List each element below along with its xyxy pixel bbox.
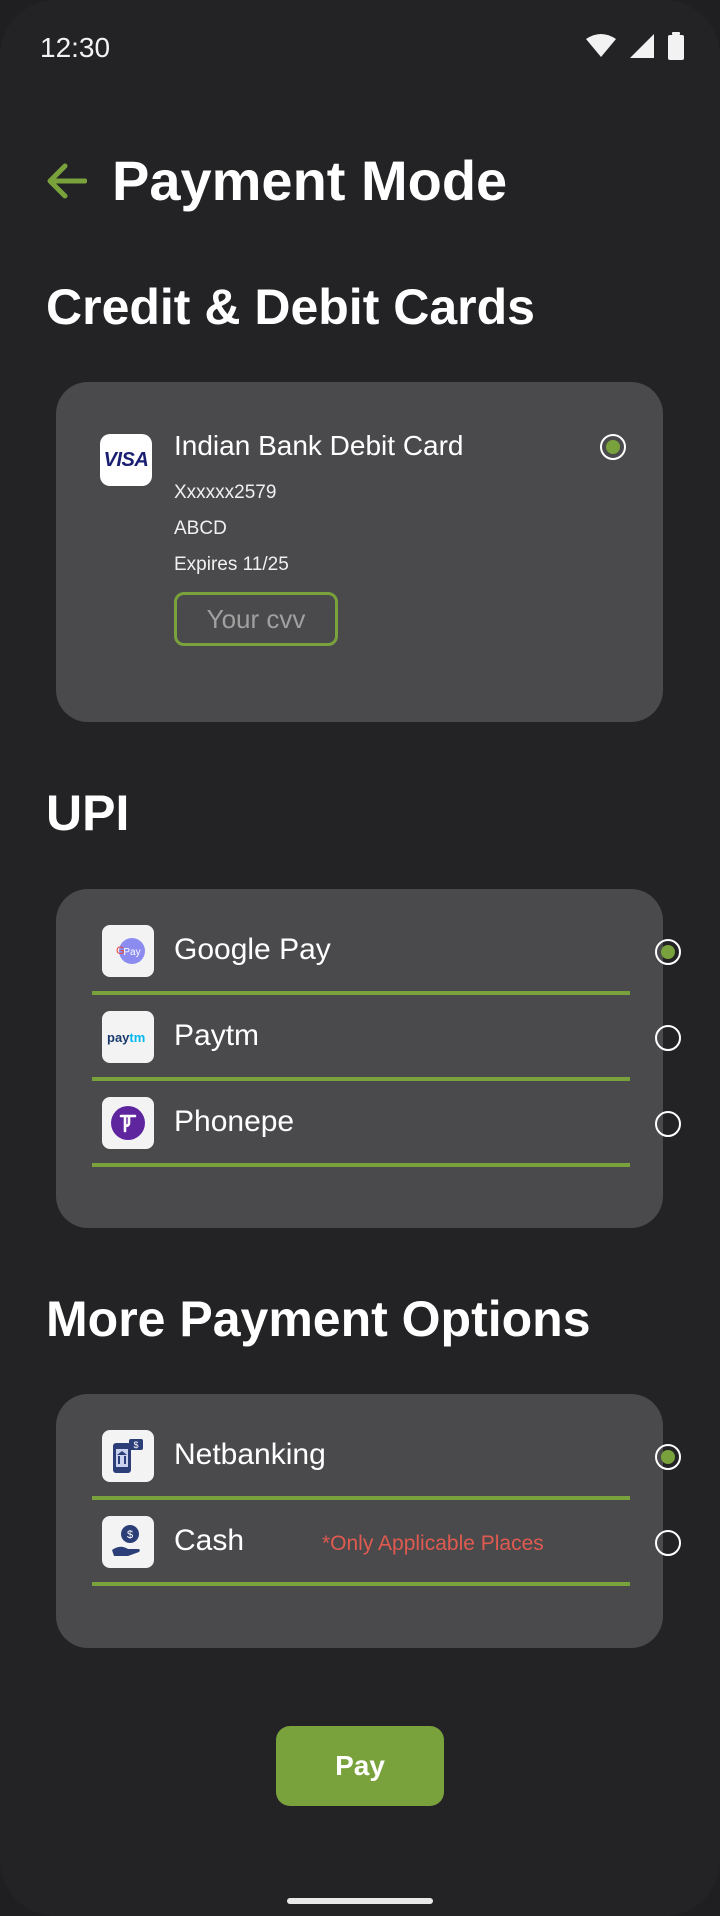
back-button[interactable] — [44, 159, 88, 203]
screen: 12:30 Payment Mode Credit & Debit Cards … — [0, 0, 720, 1916]
status-icons — [586, 32, 684, 60]
option-label: Netbanking — [174, 1438, 326, 1471]
svg-text:paytm: paytm — [107, 1030, 145, 1045]
upi-option-phonepe[interactable]: Phonepe — [92, 1081, 681, 1167]
section-title-more-options: More Payment Options — [46, 1291, 591, 1347]
radio-cash[interactable] — [655, 1530, 681, 1556]
option-label: Cash — [174, 1524, 245, 1557]
option-label: Google Pay — [174, 933, 331, 966]
divider — [92, 1163, 630, 1167]
upi-option-google-pay[interactable]: Pay G Google Pay — [92, 909, 681, 995]
option-cash[interactable]: $ Cash *Only Applicable Places — [92, 1500, 681, 1586]
app-header: Payment Mode — [44, 148, 507, 213]
section-title-cards: Credit & Debit Cards — [46, 279, 535, 335]
upi-panel: Pay G Google Pay paytm Paytm Phonepe — [56, 889, 681, 1228]
cash-icon: $ — [102, 1516, 154, 1568]
section-title-upi: UPI — [46, 785, 130, 841]
battery-icon — [668, 32, 684, 60]
page-title: Payment Mode — [112, 149, 508, 212]
visa-logo-icon: VISA — [100, 434, 152, 486]
option-label: Paytm — [174, 1019, 260, 1052]
netbanking-icon: $ — [102, 1430, 154, 1482]
saved-card-panel[interactable]: VISA Indian Bank Debit Card Xxxxxx2579 A… — [56, 382, 663, 722]
svg-text:$: $ — [127, 1529, 133, 1541]
svg-text:$: $ — [133, 1440, 138, 1450]
option-label: Phonepe — [174, 1105, 295, 1138]
radio-google-pay[interactable] — [655, 939, 681, 965]
upi-option-paytm[interactable]: paytm Paytm — [92, 995, 681, 1081]
card-name: Indian Bank Debit Card — [174, 430, 464, 461]
radio-paytm[interactable] — [655, 1025, 681, 1051]
option-netbanking[interactable]: $ Netbanking — [92, 1414, 681, 1500]
visa-brand-text: VISA — [103, 448, 149, 471]
pay-button[interactable]: Pay — [276, 1726, 444, 1806]
radio-phonepe[interactable] — [655, 1111, 681, 1137]
card-expiry: Expires 11/25 — [174, 554, 289, 575]
status-bar: 12:30 — [0, 0, 720, 96]
paytm-icon: paytm — [102, 1011, 154, 1063]
divider — [92, 1582, 630, 1586]
more-options-panel: $ Netbanking $ Cash *Only Applicable Pla… — [56, 1394, 681, 1648]
card-number: Xxxxxx2579 — [174, 482, 277, 503]
cellular-signal-icon — [630, 34, 654, 58]
card-holder: ABCD — [174, 518, 227, 539]
arrow-back-icon — [47, 163, 87, 198]
phonepe-icon — [102, 1097, 154, 1149]
card-radio-selected[interactable] — [600, 434, 626, 460]
cash-availability-note: *Only Applicable Places — [322, 1532, 544, 1555]
radio-netbanking[interactable] — [655, 1444, 681, 1470]
google-pay-icon: Pay G — [102, 925, 154, 977]
home-indicator[interactable] — [287, 1898, 433, 1904]
status-time: 12:30 — [40, 32, 111, 63]
wifi-icon — [586, 34, 616, 58]
svg-text:Pay: Pay — [123, 947, 140, 958]
cvv-input[interactable] — [174, 592, 338, 646]
svg-text:G: G — [116, 945, 125, 957]
